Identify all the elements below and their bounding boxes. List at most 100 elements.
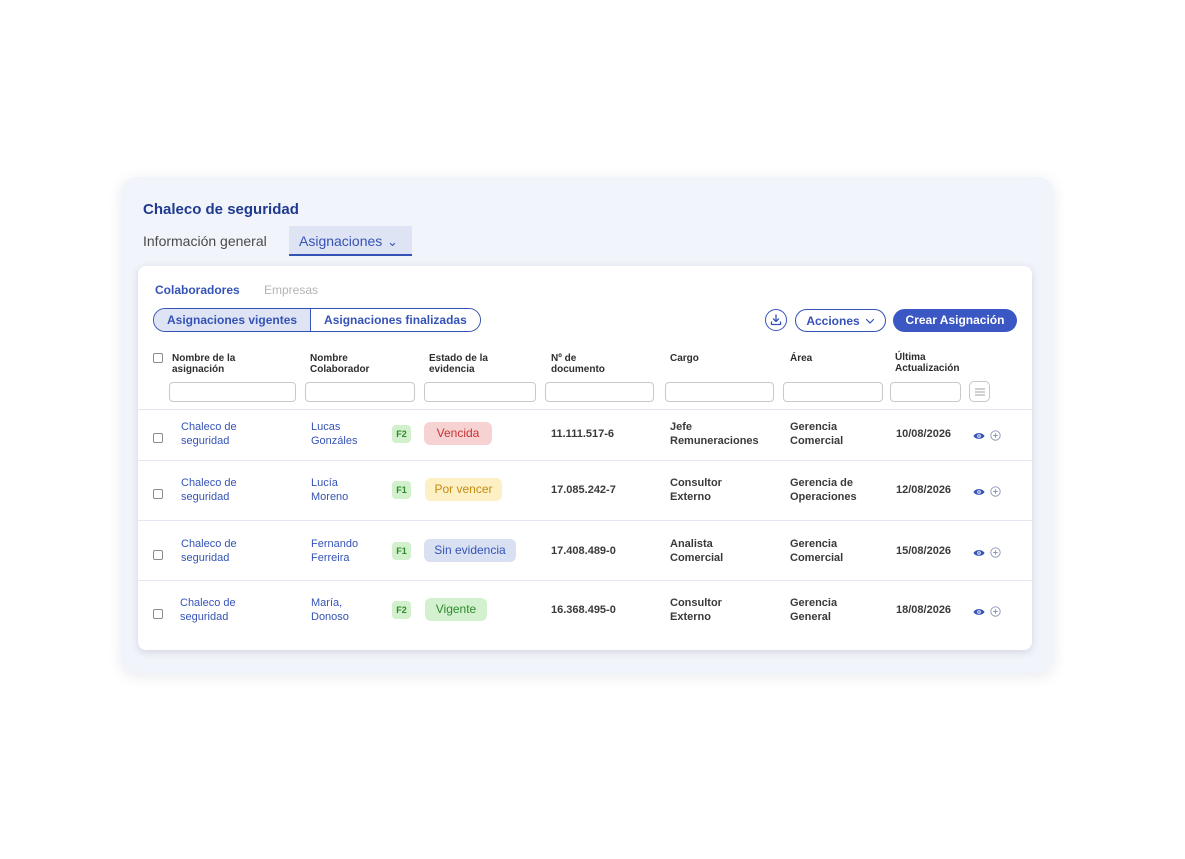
area-cell-line: Gerencia de	[790, 477, 853, 489]
filter-cargo[interactable]	[665, 382, 774, 402]
collaborator-name-link-line: María,	[311, 597, 343, 609]
area-cell-line: General	[790, 611, 831, 623]
row-checkbox[interactable]	[153, 433, 163, 443]
subtab-empresas[interactable]: Empresas	[264, 283, 318, 297]
assignment-name-link-line: seguridad	[180, 611, 229, 623]
last-updated-date: 18/08/2026	[896, 604, 952, 616]
document-number: 17.085.242-7	[551, 484, 616, 496]
header-numero-documento: Nº de documento	[551, 353, 605, 375]
row-checkbox[interactable]	[153, 489, 163, 499]
cargo-cell-line: Comercial	[670, 552, 724, 564]
add-circle-icon[interactable]	[990, 428, 1001, 446]
area-cell-line: Gerencia	[790, 597, 838, 609]
tab-asignaciones-label: Asignaciones	[299, 233, 383, 249]
frequency-badge: F2	[392, 601, 411, 619]
row-checkbox[interactable]	[153, 609, 163, 619]
acciones-dropdown[interactable]: Acciones	[795, 309, 886, 332]
add-circle-icon[interactable]	[990, 545, 1001, 563]
assignment-name-link-line: seguridad	[181, 552, 230, 564]
collaborator-name-link-line: Gonzáles	[311, 435, 358, 447]
cargo-cell-line: Remuneraciones	[670, 435, 759, 447]
assignment-name-link[interactable]: Chaleco de seguridad	[180, 596, 236, 624]
add-circle-icon[interactable]	[990, 604, 1001, 622]
header-nombre-asignacion: Nombre de la asignación	[172, 353, 236, 375]
row-divider	[138, 409, 1032, 410]
assignment-name-link[interactable]: Chaleco de seguridad	[181, 420, 237, 448]
header-estado-evidencia: Estado de la evidencia	[429, 353, 488, 375]
document-number: 17.408.489-0	[551, 545, 616, 557]
collaborator-name-link[interactable]: Lucas Gonzáles	[311, 420, 357, 448]
tab-informacion-general[interactable]: Información general	[143, 226, 267, 256]
collaborator-name-link-line: Lucía	[311, 477, 338, 489]
view-eye-icon[interactable]	[973, 484, 985, 502]
filter-numero-documento[interactable]	[545, 382, 654, 402]
tab-asignaciones[interactable]: Asignaciones ⌄	[289, 226, 412, 256]
assignment-name-link-line: Chaleco de	[181, 538, 237, 550]
download-icon	[770, 314, 782, 326]
document-number: 11.111.517-6	[551, 428, 615, 440]
collaborator-name-link-line: Moreno	[311, 491, 349, 503]
row-divider	[138, 580, 1032, 581]
cargo-cell-line: Externo	[670, 611, 711, 623]
cargo-cell: Analista Comercial	[670, 537, 723, 565]
header-cargo: Cargo	[670, 353, 699, 364]
frequency-badge: F1	[392, 481, 411, 499]
subtab-colaboradores[interactable]: Colaboradores	[155, 283, 240, 297]
row-divider	[138, 520, 1032, 521]
view-eye-icon[interactable]	[973, 604, 985, 622]
download-button[interactable]	[765, 309, 787, 331]
cargo-cell-line: Analista	[670, 538, 713, 550]
area-cell: Gerencia de Operaciones	[790, 476, 857, 504]
status-badge: Vencida	[424, 422, 492, 445]
filter-area[interactable]	[783, 382, 883, 402]
assignment-name-link[interactable]: Chaleco de seguridad	[181, 537, 237, 565]
cargo-cell: Consultor Externo	[670, 476, 722, 504]
view-eye-icon[interactable]	[973, 545, 985, 563]
assignment-name-link-line: Chaleco de	[181, 421, 237, 433]
assignment-name-link-line: seguridad	[181, 491, 230, 503]
cargo-cell: Consultor Externo	[670, 596, 722, 624]
row-divider	[138, 460, 1032, 461]
status-badge: Vigente	[425, 598, 487, 621]
filter-ultima-actualizacion[interactable]	[890, 382, 961, 402]
area-cell-line: Comercial	[790, 552, 844, 564]
collaborator-name-link-line: Ferreira	[311, 552, 350, 564]
last-updated-date: 12/08/2026	[896, 484, 952, 496]
add-circle-icon[interactable]	[990, 484, 1001, 502]
collaborator-name-link[interactable]: Fernando Ferreira	[311, 537, 358, 565]
frequency-badge: F2	[392, 425, 411, 443]
select-all-checkbox[interactable]	[153, 353, 163, 363]
filter-nombre-colaborador[interactable]	[305, 382, 415, 402]
header-area: Área	[790, 353, 813, 364]
collaborator-name-link[interactable]: María, Donoso	[311, 596, 349, 624]
status-badge: Sin evidencia	[424, 539, 516, 562]
area-cell-line: Gerencia	[790, 538, 838, 550]
row-checkbox[interactable]	[153, 550, 163, 560]
assignment-name-link-line: Chaleco de	[180, 597, 236, 609]
status-badge: Por vencer	[425, 478, 502, 501]
area-cell-line: Gerencia	[790, 421, 838, 433]
frequency-badge: F1	[392, 542, 411, 560]
acciones-label: Acciones	[806, 313, 860, 328]
chevron-down-icon: ⌄	[387, 234, 398, 249]
last-updated-date: 10/08/2026	[896, 428, 952, 440]
view-eye-icon[interactable]	[973, 428, 985, 446]
collaborator-name-link-line: Fernando	[311, 538, 359, 550]
assignment-name-link[interactable]: Chaleco de seguridad	[181, 476, 237, 504]
collaborator-name-link-line: Donoso	[311, 611, 349, 623]
cargo-cell-line: Externo	[670, 491, 711, 503]
columns-settings-icon	[974, 388, 985, 395]
area-cell: Gerencia Comercial	[790, 537, 843, 565]
column-settings-button[interactable]	[969, 381, 990, 402]
filter-nombre-asignacion[interactable]	[169, 382, 296, 402]
filter-estado-evidencia[interactable]	[424, 382, 536, 402]
cargo-cell-line: Jefe	[670, 421, 693, 433]
segment-asignaciones-vigentes[interactable]: Asignaciones vigentes	[154, 309, 312, 331]
cargo-cell-line: Consultor	[670, 477, 722, 489]
crear-asignacion-button[interactable]: Crear Asignación	[893, 309, 1017, 332]
assignment-name-link-line: seguridad	[181, 435, 230, 447]
document-number: 16.368.495-0	[551, 604, 616, 616]
collaborator-name-link[interactable]: Lucía Moreno	[311, 476, 348, 504]
segment-asignaciones-finalizadas[interactable]: Asignaciones finalizadas	[311, 309, 480, 331]
cargo-cell: Jefe Remuneraciones	[670, 420, 759, 448]
